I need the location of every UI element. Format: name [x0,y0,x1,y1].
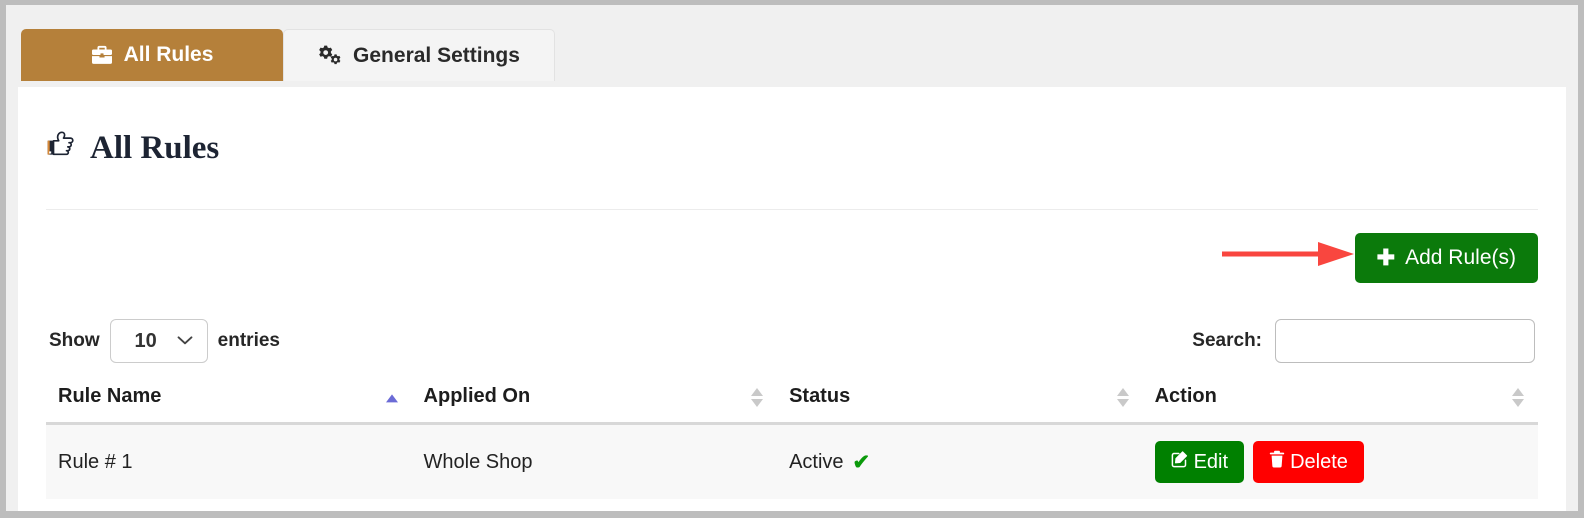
edit-button[interactable]: Edit [1154,441,1245,483]
delete-button-label: Delete [1290,450,1348,473]
sort-asc-icon [385,394,398,403]
status-text: Active [789,450,844,473]
column-header-applied-on-label: Applied On [423,385,531,407]
column-header-applied-on[interactable]: Applied On [411,376,778,425]
pencil-square-icon [1171,450,1189,474]
sort-asc-icon [1512,387,1524,396]
tab-all-rules[interactable]: All Rules [21,29,283,81]
content-card: All Rules ✚ Add Rule(s) Show 10 entries … [18,87,1566,511]
column-header-action[interactable]: Action [1142,376,1538,425]
check-icon: ✔ [852,450,871,474]
sort-indicator-rule-name [385,394,398,403]
red-arrow-annotation [1220,236,1356,272]
rules-table: Rule Name Applied On Status Action Rule … [46,376,1538,499]
search-input[interactable] [1275,319,1535,363]
search-label: Search: [1192,330,1262,351]
length-control: Show 10 entries [49,319,280,363]
tab-bar: All Rules General Settings [6,5,1578,81]
column-header-rule-name-label: Rule Name [58,385,162,407]
tab-general-settings-label: General Settings [353,43,520,67]
add-rule-button[interactable]: ✚ Add Rule(s) [1354,233,1538,283]
page-root: All Rules General Settings All Rules ✚ A… [6,5,1578,511]
briefcase-icon [91,45,113,65]
sort-indicator-action [1512,387,1524,407]
trash-icon [1269,450,1285,474]
sort-desc-icon [1512,398,1524,407]
rules-table-body: Rule # 1 Whole Shop Active ✔ Edit Delete [46,423,1538,499]
cell-action: Edit Delete [1142,423,1538,499]
page-length-value: 10 [134,329,157,352]
column-header-rule-name[interactable]: Rule Name [46,376,412,425]
plus-icon: ✚ [1376,245,1396,270]
sort-desc-icon [1116,398,1129,407]
sort-asc-icon [751,387,764,396]
sort-indicator-applied-on [751,387,764,407]
tab-general-settings[interactable]: General Settings [283,29,555,81]
chevron-down-icon [177,328,193,351]
status-badge: Active ✔ [789,450,870,475]
sort-asc-icon [1116,387,1129,396]
cell-status: Active ✔ [777,423,1143,499]
toolbar-row: ✚ Add Rule(s) [46,210,1538,306]
page-title: All Rules [46,87,1538,167]
sort-desc-icon [751,398,764,407]
tab-all-rules-label: All Rules [123,43,214,66]
column-header-action-label: Action [1154,385,1217,407]
delete-button[interactable]: Delete [1253,441,1364,483]
column-header-status-label: Status [789,385,851,407]
add-rule-button-label: Add Rule(s) [1405,246,1516,269]
page-title-text: All Rules [90,129,220,166]
edit-button-label: Edit [1193,450,1229,473]
page-length-select[interactable]: 10 [109,319,208,363]
cell-rule-name: Rule # 1 [46,423,412,499]
show-label: Show [49,330,100,351]
cell-applied-on: Whole Shop [411,423,778,499]
datatable-controls: Show 10 entries Search: [46,306,1538,376]
cogs-icon [318,45,342,66]
column-header-status[interactable]: Status [777,376,1143,425]
action-buttons: Edit Delete [1154,441,1526,483]
hand-pointer-icon [46,129,77,167]
search-control: Search: [1192,319,1535,363]
rules-table-head: Rule Name Applied On Status Action [46,376,1538,425]
table-row: Rule # 1 Whole Shop Active ✔ Edit Delete [46,423,1538,499]
table-header-row: Rule Name Applied On Status Action [46,376,1538,425]
entries-label: entries [217,330,280,351]
sort-indicator-status [1116,387,1129,407]
